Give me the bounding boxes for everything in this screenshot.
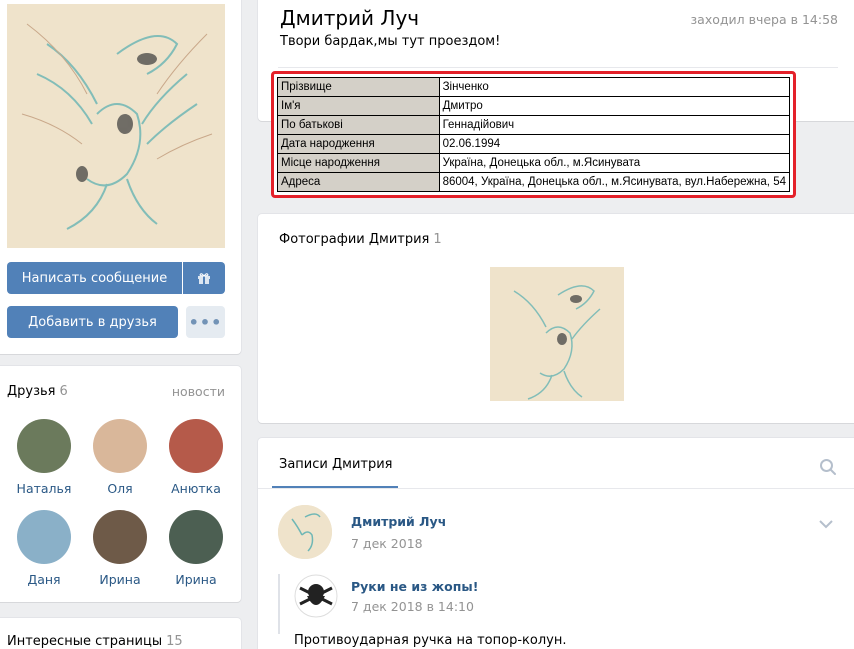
table-row: По батькові Геннадійович (277, 115, 791, 135)
photos-block: Фотографии Дмитрия 1 (258, 214, 854, 423)
repost-source-name[interactable]: Руки не из жопы! (351, 579, 478, 594)
info-value: Геннадійович (438, 115, 791, 135)
search-icon (820, 459, 836, 475)
gift-icon (198, 273, 210, 284)
info-label: Прізвище (277, 77, 440, 97)
info-label: Місце народження (277, 153, 440, 173)
friend-item[interactable]: Оля (82, 419, 158, 496)
photos-header[interactable]: Фотографии Дмитрия 1 (279, 232, 442, 247)
info-label: Ім'я (277, 96, 440, 116)
phoenix-drawing-icon (278, 505, 332, 559)
personal-info-table: Прізвище Зінченко Ім'я Дмитро По батькові Г… (277, 77, 791, 192)
page-title: Дмитрий Луч (280, 6, 420, 30)
tab-wall-posts[interactable]: Записи Дмитрия (279, 457, 392, 472)
friend-name: Оля (107, 481, 133, 496)
post-author-name[interactable]: Дмитрий Луч (351, 514, 446, 529)
friend-avatar (93, 510, 147, 564)
phoenix-drawing-icon (7, 4, 225, 248)
repost-indicator (278, 574, 280, 634)
info-label: Адреса (277, 172, 440, 192)
post-author-avatar[interactable] (278, 505, 332, 559)
friend-avatar (93, 419, 147, 473)
personal-info-overlay: Прізвище Зінченко Ім'я Дмитро По батькові Г… (271, 71, 796, 198)
table-row: Дата народження 02.06.1994 (277, 134, 791, 154)
add-friend-button[interactable]: Добавить в друзья (7, 306, 178, 338)
divider (258, 488, 854, 489)
profile-avatar[interactable] (7, 4, 225, 248)
interesting-pages-block: Интересные страницы 15 (0, 618, 241, 649)
photos-title: Фотографии Дмитрия (279, 232, 430, 247)
online-status: заходил вчера в 14:58 (690, 12, 838, 27)
more-actions-button[interactable]: ••• (186, 306, 225, 338)
friend-avatar (17, 510, 71, 564)
interesting-count: 15 (166, 634, 183, 649)
info-value: 86004, Україна, Донецька обл., м.Ясинува… (438, 172, 791, 192)
photos-count: 1 (433, 232, 442, 247)
profile-sidebar-card: Написать сообщение Добавить в друзья ••• (0, 0, 241, 354)
friend-avatar (169, 419, 223, 473)
friend-avatar (17, 419, 71, 473)
post-menu-button[interactable] (818, 518, 834, 533)
table-row: Адреса 86004, Україна, Донецька обл., м.Я… (277, 172, 791, 192)
table-row: Прізвище Зінченко (277, 77, 791, 97)
friends-title: Друзья (7, 384, 56, 399)
send-gift-button[interactable] (183, 262, 225, 294)
friend-name: Даня (27, 572, 61, 587)
info-label: Дата народження (277, 134, 440, 154)
profile-status[interactable]: Твори бардак,мы тут проездом! (280, 34, 500, 49)
post-date[interactable]: 7 дек 2018 (351, 536, 423, 551)
friend-avatar (169, 510, 223, 564)
info-value: Україна, Донецька обл., м.Ясинувата (438, 153, 791, 173)
wall-block: Записи Дмитрия Дмитрий Луч 7 дек 2018 Ру… (258, 438, 854, 649)
friends-count: 6 (59, 384, 68, 399)
interesting-header[interactable]: Интересные страницы 15 (7, 634, 183, 649)
repost-source-avatar[interactable] (294, 574, 338, 618)
bearded-man-logo-icon (294, 574, 338, 618)
friend-item[interactable]: Ирина (158, 510, 234, 587)
wall-search-button[interactable] (819, 458, 837, 480)
friend-name: Ирина (99, 572, 141, 587)
info-value: Дмитро (438, 96, 791, 116)
send-message-button[interactable]: Написать сообщение (7, 262, 182, 294)
photo-thumbnail[interactable] (490, 267, 624, 401)
info-value: Зінченко (438, 77, 791, 97)
friend-name: Анютка (171, 481, 221, 496)
friend-item[interactable]: Наталья (6, 419, 82, 496)
repost-date[interactable]: 7 дек 2018 в 14:10 (351, 599, 474, 614)
post-text: Противоударная ручка на топор-колун. (294, 633, 567, 648)
divider (278, 67, 838, 68)
friends-block: Друзья 6 новости Наталья Оля Анютка Даня … (0, 366, 241, 602)
table-row: Місце народження Україна, Донецька обл., … (277, 153, 791, 173)
chevron-down-icon (819, 520, 833, 529)
friend-name: Ирина (175, 572, 217, 587)
info-label: По батькові (277, 115, 440, 135)
table-row: Ім'я Дмитро (277, 96, 791, 116)
friends-news-link[interactable]: новости (172, 384, 225, 399)
friend-item[interactable]: Ирина (82, 510, 158, 587)
friend-name: Наталья (16, 481, 72, 496)
friend-item[interactable]: Даня (6, 510, 82, 587)
info-value: 02.06.1994 (438, 134, 791, 154)
interesting-title: Интересные страницы (7, 634, 163, 649)
phoenix-drawing-icon (490, 267, 624, 401)
friends-header[interactable]: Друзья 6 (7, 384, 68, 399)
friend-item[interactable]: Анютка (158, 419, 234, 496)
